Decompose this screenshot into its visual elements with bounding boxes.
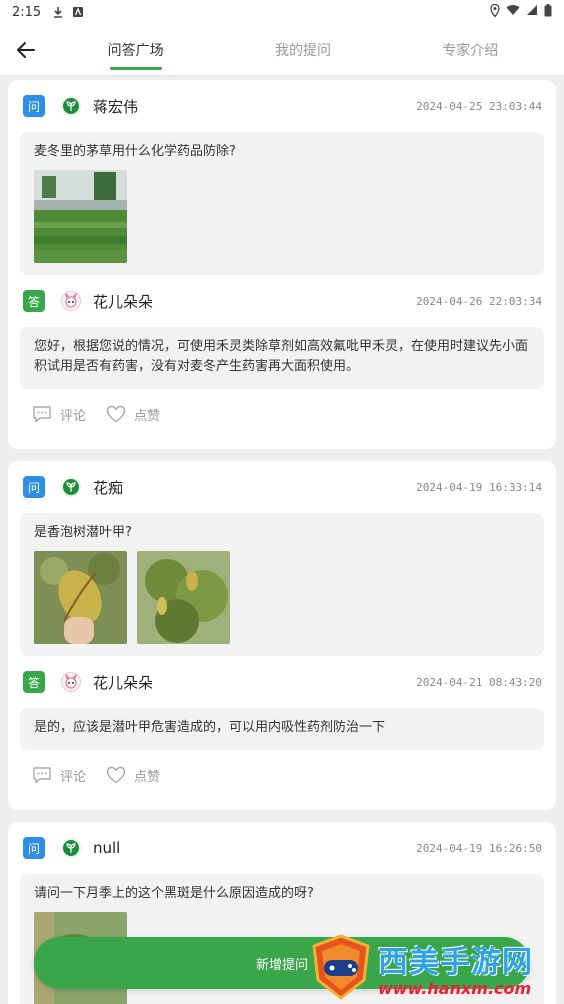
site-watermark: 西美手游网 www.hanxm.com	[310, 932, 560, 1002]
question-username: null	[93, 839, 121, 857]
question-text: 麦冬里的茅草用什么化学药品防除?	[34, 144, 236, 159]
plant-logo-icon	[66, 843, 76, 853]
question-images	[34, 551, 530, 644]
comment-button[interactable]: 评论	[32, 405, 86, 424]
tab-my-questions[interactable]: 我的提问	[267, 28, 339, 72]
question-bubble: 是香泡树潜叶甲?	[20, 513, 544, 656]
back-button[interactable]	[0, 24, 52, 76]
plant-logo-icon	[66, 482, 76, 492]
question-badge: 问	[23, 95, 45, 117]
question-badge: 问	[23, 476, 45, 498]
status-bar: 2:15	[0, 0, 564, 24]
question-bubble: 麦冬里的茅草用什么化学药品防除?	[20, 132, 544, 275]
answer-text: 是的，应该是潜叶甲危害造成的，可以用内吸性药剂防治一下	[34, 720, 386, 735]
add-question-label: 新增提问	[255, 957, 308, 973]
download-icon	[51, 5, 65, 19]
answer-header: 答 花儿朵朵 2024-04-21 08:43:20	[20, 656, 544, 708]
question-image[interactable]	[34, 170, 127, 263]
question-images	[34, 170, 530, 263]
qa-feed: 问 蒋宏伟 2024-04-25 23:03:44 麦冬里的茅草用什么化学药品防…	[8, 80, 556, 1004]
answer-bubble: 是的，应该是潜叶甲危害造成的，可以用内吸性药剂防治一下	[20, 708, 544, 750]
answer-badge: 答	[23, 671, 45, 693]
answer-username: 花儿朵朵	[93, 673, 154, 692]
heart-icon	[106, 766, 126, 784]
tab-qa-square[interactable]: 问答广场	[100, 28, 172, 72]
question-text: 请问一下月季上的这个黑斑是什么原因造成的呀?	[34, 886, 314, 901]
comment-icon	[33, 406, 51, 423]
cartoon-avatar-icon	[65, 674, 77, 689]
expert-avatar[interactable]	[61, 291, 81, 311]
heart-icon	[106, 405, 126, 423]
answer-badge: 答	[23, 290, 45, 312]
answer-bubble: 您好，根据您说的情况，可使用禾灵类除草剂如高效氟吡甲禾灵，在使用时建议先小面积试…	[20, 327, 544, 389]
watermark-url: www.hanxm.com	[378, 978, 532, 998]
top-navigation: 问答广场 我的提问 专家介绍	[0, 24, 564, 76]
post-actions: 评论 点赞	[20, 750, 544, 800]
comment-icon	[33, 767, 51, 784]
user-avatar[interactable]	[61, 477, 81, 497]
comment-label: 评论	[60, 408, 87, 424]
watermark-title: 西美手游网	[378, 944, 533, 980]
question-image[interactable]	[34, 551, 127, 644]
answer-text: 您好，根据您说的情况，可使用禾灵类除草剂如高效氟吡甲禾灵，在使用时建议先小面积试…	[34, 339, 529, 374]
answer-timestamp: 2024-04-21 08:43:20	[416, 675, 542, 689]
qa-card: 问 花痴 2024-04-19 16:33:14 是香泡树潜叶甲? 答 花儿朵朵…	[8, 461, 556, 810]
question-badge: 问	[23, 837, 45, 859]
watermark-text: 西美手游网 www.hanxm.com	[378, 937, 533, 998]
gamepad-shield-icon	[312, 934, 370, 1000]
comment-button[interactable]: 评论	[32, 766, 86, 785]
tab-expert-intro[interactable]: 专家介绍	[434, 28, 506, 72]
like-label: 点赞	[134, 408, 161, 424]
location-icon	[490, 3, 500, 21]
question-image[interactable]	[137, 551, 230, 644]
answer-timestamp: 2024-04-26 22:03:34	[416, 294, 542, 308]
cartoon-avatar-icon	[65, 293, 77, 308]
comment-label: 评论	[60, 769, 87, 785]
question-header: 问 花痴 2024-04-19 16:33:14	[20, 461, 544, 513]
status-time: 2:15	[12, 4, 42, 20]
app-notification-icon	[71, 5, 85, 19]
question-username: 蒋宏伟	[93, 97, 139, 116]
like-button[interactable]: 点赞	[106, 405, 160, 424]
expert-avatar[interactable]	[61, 672, 81, 692]
tab-bar: 问答广场 我的提问 专家介绍	[52, 28, 564, 72]
question-timestamp: 2024-04-25 23:03:44	[416, 99, 542, 113]
question-header: 问 null 2024-04-19 16:26:50	[20, 822, 544, 874]
question-text: 是香泡树潜叶甲?	[34, 525, 132, 540]
qa-card: 问 蒋宏伟 2024-04-25 23:03:44 麦冬里的茅草用什么化学药品防…	[8, 80, 556, 449]
answer-username: 花儿朵朵	[93, 292, 154, 311]
like-button[interactable]: 点赞	[106, 766, 160, 785]
back-arrow-icon	[17, 41, 35, 58]
signal-icon	[526, 4, 538, 20]
question-timestamp: 2024-04-19 16:33:14	[416, 480, 542, 494]
question-timestamp: 2024-04-19 16:26:50	[416, 841, 542, 855]
user-avatar[interactable]	[61, 96, 81, 116]
question-header: 问 蒋宏伟 2024-04-25 23:03:44	[20, 80, 544, 132]
post-actions: 评论 点赞	[20, 389, 544, 439]
question-username: 花痴	[93, 478, 124, 497]
answer-header: 答 花儿朵朵 2024-04-26 22:03:34	[20, 275, 544, 327]
wifi-icon	[506, 4, 520, 20]
battery-icon	[544, 3, 552, 21]
like-label: 点赞	[134, 769, 161, 785]
plant-logo-icon	[66, 101, 76, 111]
user-avatar[interactable]	[61, 838, 81, 858]
